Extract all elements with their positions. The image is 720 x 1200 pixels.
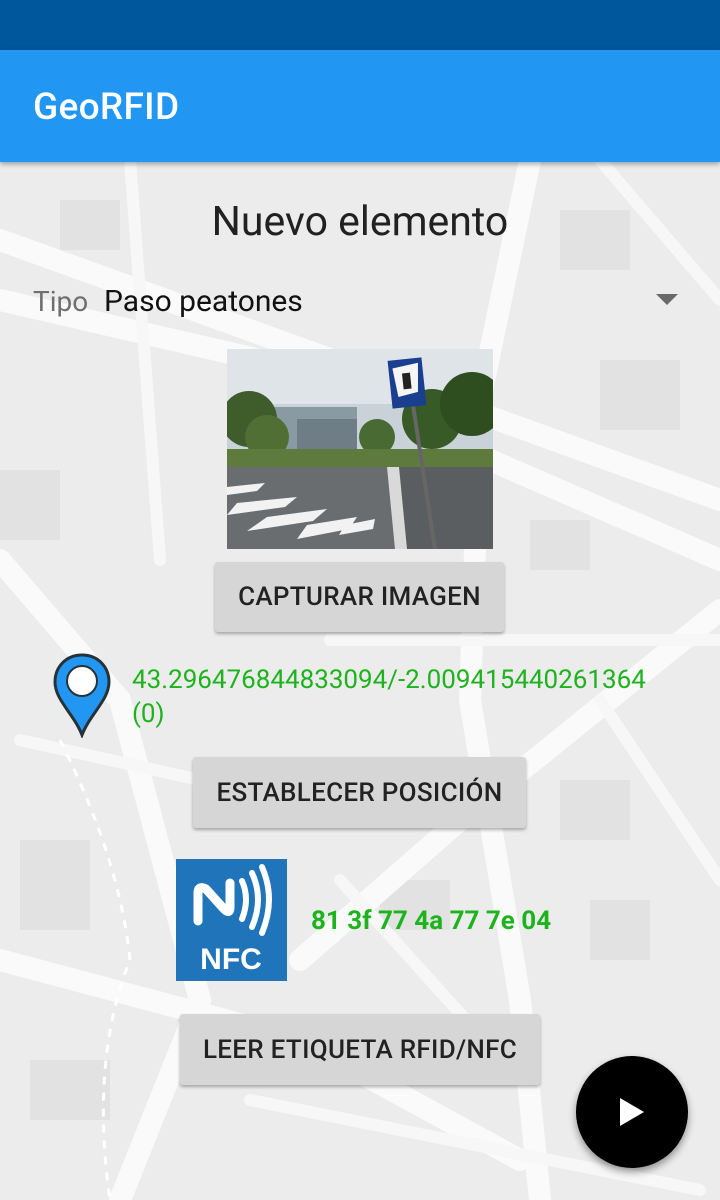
page-title: Nuevo elemento (211, 198, 509, 246)
map-pin-icon (53, 653, 111, 738)
nfc-logo-icon: NFC (176, 859, 287, 981)
type-selected-value: Paso peatones (104, 284, 303, 319)
tag-id-text: 81 3f 77 4a 77 7e 04 (311, 906, 552, 936)
status-bar (0, 0, 720, 50)
svg-text:NFC: NFC (200, 943, 262, 976)
coordinates-text: 43.296476844833094/-2.009415440261364 (0… (132, 665, 646, 729)
send-fab-button[interactable] (576, 1056, 688, 1168)
play-icon (620, 1098, 644, 1126)
read-tag-button[interactable]: LEER ETIQUETA RFID/NFC (180, 1014, 540, 1085)
app-title: GeoRFID (33, 86, 180, 129)
capture-image-button[interactable]: CAPTURAR IMAGEN (215, 562, 504, 632)
type-label: Tipo (33, 285, 89, 318)
captured-photo (227, 349, 493, 549)
dropdown-arrow-icon (656, 294, 678, 305)
type-dropdown[interactable]: Paso peatones (104, 276, 688, 328)
app-bar: GeoRFID (0, 50, 720, 162)
set-position-button[interactable]: ESTABLECER POSICIÓN (193, 757, 526, 828)
